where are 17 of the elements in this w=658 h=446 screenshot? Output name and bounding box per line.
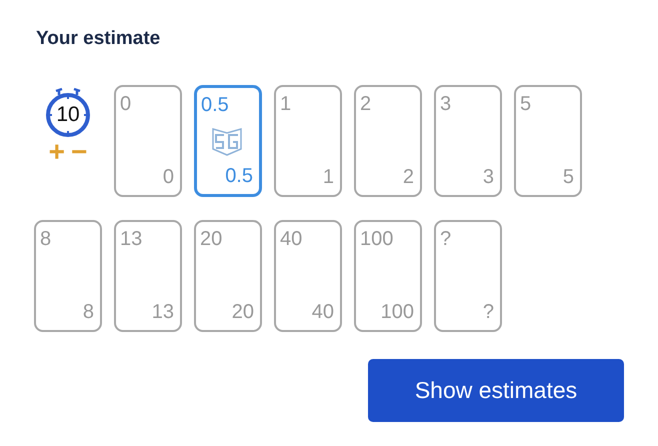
estimate-card[interactable]: 2 2: [354, 85, 422, 197]
estimate-card[interactable]: 8 8: [34, 220, 102, 332]
increase-button[interactable]: +: [46, 139, 67, 165]
estimate-card[interactable]: 0 0: [114, 85, 182, 197]
estimate-card[interactable]: ? ?: [434, 220, 502, 332]
estimate-card[interactable]: 1 1: [274, 85, 342, 197]
estimate-card[interactable]: 0.5 0.5: [194, 85, 262, 197]
estimate-card[interactable]: 3 3: [434, 85, 502, 197]
decrease-button[interactable]: −: [69, 139, 90, 165]
estimate-card[interactable]: 13 13: [114, 220, 182, 332]
estimate-card[interactable]: 20 20: [194, 220, 262, 332]
estimate-card[interactable]: 100 100: [354, 220, 422, 332]
logo-icon: [211, 125, 243, 157]
show-estimates-button[interactable]: Show estimates: [368, 359, 624, 422]
estimate-card[interactable]: 40 40: [274, 220, 342, 332]
estimate-card[interactable]: 5 5: [514, 85, 582, 197]
section-heading: Your estimate: [36, 28, 162, 51]
